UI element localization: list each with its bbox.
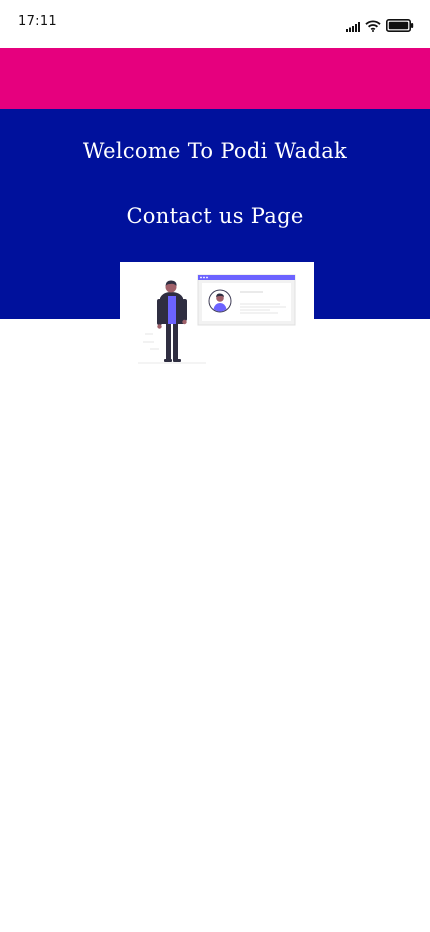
status-time: 17:11 — [18, 14, 57, 29]
contact-person-illustration — [138, 274, 296, 364]
signal-icon — [346, 17, 360, 36]
wifi-icon — [365, 17, 381, 36]
status-bar: 17:11 — [0, 0, 430, 48]
page-title: Contact us Page — [126, 204, 304, 228]
welcome-heading: Welcome To Podi Wadak — [82, 139, 348, 163]
top-accent-bar — [0, 48, 430, 109]
app-screen: 17:11 Welcome To Podi Wadak Contact us P… — [0, 0, 430, 932]
battery-icon — [386, 17, 414, 36]
contact-illustration — [120, 262, 314, 367]
status-icons — [346, 17, 414, 36]
